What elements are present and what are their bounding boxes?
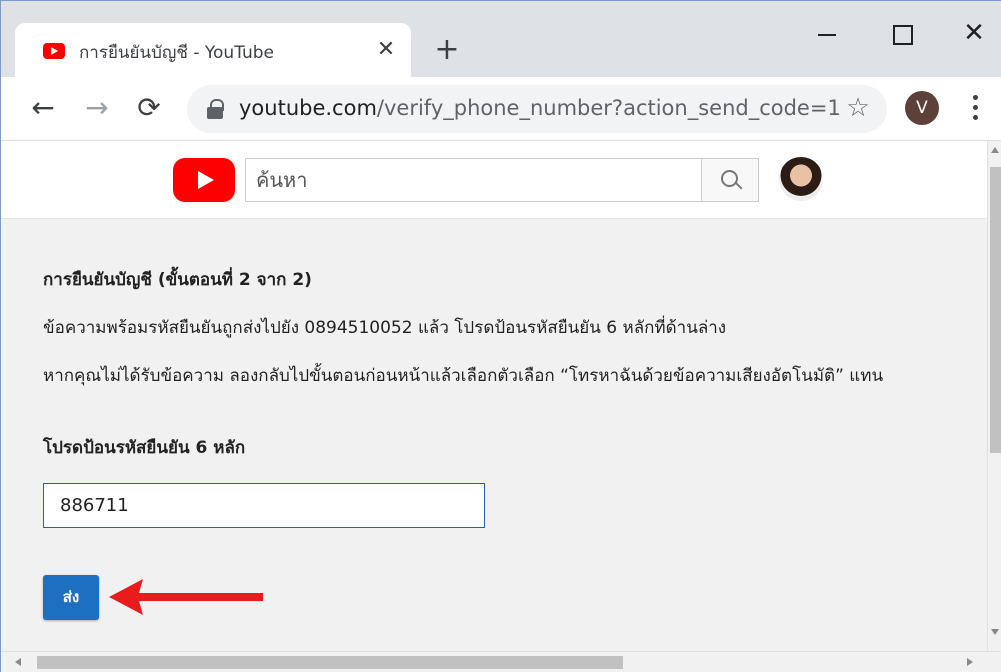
tab-title: การยืนยันบัญชี - YouTube <box>79 43 275 63</box>
code-label: โปรดป้อนรหัสยืนยัน 6 หลัก <box>43 438 246 458</box>
scroll-up-icon[interactable] <box>991 147 999 153</box>
browser-window: การยืนยันบัญชี - YouTube ✕ + ✕ ← → ⟳ you… <box>0 0 1001 672</box>
url-path: /verify_phone_number?action_send_code=1 <box>376 96 841 120</box>
browser-toolbar: ← → ⟳ youtube.com/verify_phone_number?ac… <box>1 77 1001 141</box>
maximize-window-button[interactable] <box>881 15 921 51</box>
reload-icon[interactable]: ⟳ <box>131 91 167 127</box>
url-host: youtube.com <box>239 96 377 120</box>
youtube-favicon-icon <box>43 43 65 59</box>
browser-menu-icon[interactable] <box>963 93 987 123</box>
user-avatar[interactable] <box>779 157 823 201</box>
tab-active[interactable]: การยืนยันบัญชี - YouTube ✕ <box>15 23 411 77</box>
search-box[interactable] <box>245 158 702 202</box>
scroll-down-icon[interactable] <box>991 629 999 635</box>
search-input[interactable] <box>246 159 701 201</box>
bookmark-star-icon[interactable]: ☆ <box>843 93 873 123</box>
fallback-message: หากคุณไม่ได้รับข้อความ ลองกลับไปขั้นตอนก… <box>43 366 884 386</box>
lock-icon[interactable] <box>207 99 224 119</box>
address-bar[interactable]: youtube.com/verify_phone_number?action_s… <box>187 85 887 133</box>
new-tab-button[interactable]: + <box>431 34 463 66</box>
forward-arrow-icon[interactable]: → <box>79 91 115 127</box>
search-icon[interactable] <box>701 158 759 202</box>
annotation-arrow-icon <box>109 579 263 615</box>
youtube-masthead <box>1 141 987 219</box>
scroll-right-icon[interactable] <box>967 658 973 666</box>
page-title: การยืนยันบัญชี (ขั้นตอนที่ 2 จาก 2) <box>43 270 312 290</box>
submit-button[interactable]: ส่ง <box>43 575 99 620</box>
page-content: การยืนยันบัญชี (ขั้นตอนที่ 2 จาก 2) ข้อค… <box>1 141 987 651</box>
back-arrow-icon[interactable]: ← <box>25 91 61 127</box>
horizontal-scroll-thumb[interactable] <box>37 656 623 669</box>
youtube-logo-icon[interactable] <box>173 158 235 202</box>
close-tab-icon[interactable]: ✕ <box>373 37 399 63</box>
minimize-window-button[interactable] <box>807 15 847 51</box>
scroll-left-icon[interactable] <box>15 658 21 666</box>
vertical-scroll-thumb[interactable] <box>990 167 1001 453</box>
tab-strip: การยืนยันบัญชี - YouTube ✕ + ✕ <box>1 1 1001 77</box>
horizontal-scrollbar[interactable] <box>1 651 1001 672</box>
vertical-scrollbar[interactable] <box>987 141 1001 651</box>
url-text[interactable]: youtube.com/verify_phone_number?action_s… <box>239 96 841 120</box>
verification-code-input[interactable] <box>43 483 485 528</box>
code-sent-message: ข้อความพร้อมรหัสยืนยันถูกส่งไปยัง 089451… <box>43 318 727 338</box>
profile-avatar[interactable]: V <box>905 91 939 125</box>
close-window-button[interactable]: ✕ <box>954 15 994 51</box>
